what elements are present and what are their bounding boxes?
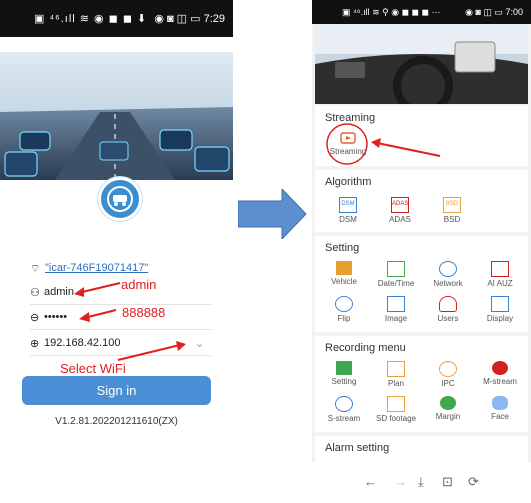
section-title: Recording menu <box>325 342 406 354</box>
calendar-icon <box>387 261 405 277</box>
dsm-icon: DSM <box>339 197 357 213</box>
clock: 7:00 <box>505 7 523 17</box>
vehicle-tile[interactable]: Vehicle <box>318 256 370 295</box>
forward-icon[interactable]: → <box>394 474 407 489</box>
download-icon[interactable]: ⤓ <box>418 474 424 490</box>
section-title: Setting <box>325 242 360 254</box>
image-icon <box>387 296 405 312</box>
dsm-tile[interactable]: DSM DSM <box>322 192 374 231</box>
face-tile[interactable]: Face <box>474 391 526 430</box>
margin-tile[interactable]: Margin <box>422 391 474 430</box>
users-icon <box>439 296 457 312</box>
m-stream-tile[interactable]: M-stream <box>474 356 526 395</box>
annotation-arrows <box>74 282 186 361</box>
alarm-section: Alarm setting <box>315 436 528 462</box>
network-tile[interactable]: Network <box>422 256 474 295</box>
tabs-icon[interactable]: ⊡ <box>442 474 453 490</box>
vehicle-icon <box>336 261 352 275</box>
annotation-highlight <box>326 123 441 165</box>
browser-nav-bar: ← → ⤓ ⊡ ⟳ <box>312 462 531 503</box>
streaming-section: Streaming Streaming <box>315 106 528 166</box>
display-tile[interactable]: Display <box>474 291 526 330</box>
ai-auz-tile[interactable]: AI AUZ <box>474 256 526 295</box>
section-title: Algorithm <box>325 176 372 188</box>
image-tile[interactable]: Image <box>370 291 422 330</box>
recording-section: Recording menu Setting Plan IPC M-stream… <box>315 336 528 432</box>
sign-in-button[interactable]: Sign in <box>22 376 211 405</box>
flip-icon <box>335 296 353 312</box>
bsd-tile[interactable]: BSD BSD <box>426 192 478 231</box>
section-title: Alarm setting <box>325 442 390 454</box>
s-stream-tile[interactable]: S-stream <box>318 391 370 430</box>
sd-footage-tile[interactable]: SD footage <box>370 391 422 430</box>
ipc-tile[interactable]: IPC <box>422 356 474 395</box>
plan-icon <box>387 361 405 377</box>
datetime-tile[interactable]: Date/Time <box>370 256 422 295</box>
code-icon <box>491 261 509 277</box>
status-right-icons: ◉ ◙ ◫ ▭ <box>465 7 503 17</box>
algorithm-section: Algorithm DSM DSM ADAS ADAS BSD BSD <box>315 170 528 232</box>
users-tile[interactable]: Users <box>422 291 474 330</box>
face-icon <box>492 396 508 410</box>
record-icon <box>492 361 508 375</box>
reload-icon[interactable]: ⟳ <box>468 474 479 490</box>
setting-section: Setting Vehicle Date/Time Network AI AUZ… <box>315 236 528 332</box>
target-icon <box>335 396 353 412</box>
dashboard-photo <box>315 24 528 104</box>
flip-tile[interactable]: Flip <box>318 291 370 330</box>
display-icon <box>491 296 509 312</box>
adas-icon: ADAS <box>391 197 409 213</box>
bsd-icon: BSD <box>443 197 461 213</box>
adas-tile[interactable]: ADAS ADAS <box>374 192 426 231</box>
network-icon <box>439 261 457 277</box>
plan-tile[interactable]: Plan <box>370 356 422 395</box>
camera-icon <box>439 361 457 377</box>
version-text: V1.2.81.202201211610(ZX) <box>55 416 178 427</box>
document-icon <box>336 361 352 375</box>
status-bar: ▣ ⁴⁶.ıll ≋ ⚲ ◉ ◼ ◼ ◼ ··· ◉ ◙ ◫ ▭ 7:00 <box>312 0 531 24</box>
back-icon[interactable]: ← <box>364 474 377 489</box>
sd-card-icon <box>387 396 405 412</box>
menu-screen: ▣ ⁴⁶.ıll ≋ ⚲ ◉ ◼ ◼ ◼ ··· ◉ ◙ ◫ ▭ 7:00 St… <box>312 0 531 503</box>
login-screen: ▣ ⁴⁶.ıll ≋ ◉ ◼ ◼ ⬇ ◉ ◙ ◫ ▭ 7:29 ⌔ "icar-… <box>0 0 233 503</box>
transition-arrow-icon <box>238 189 307 239</box>
rec-setting-tile[interactable]: Setting <box>318 356 370 395</box>
margin-icon <box>440 396 456 410</box>
status-icons: ▣ ⁴⁶.ıll ≋ ⚲ ◉ ◼ ◼ ◼ ··· <box>342 7 441 17</box>
